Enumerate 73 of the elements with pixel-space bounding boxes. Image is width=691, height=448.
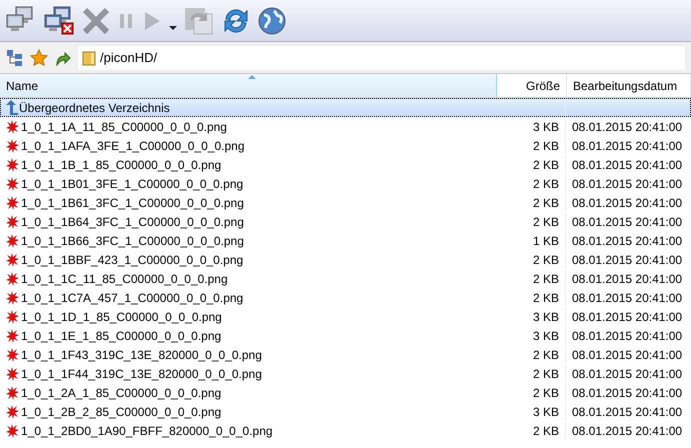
- file-size: 2 KB: [532, 422, 559, 440]
- path-field[interactable]: /piconHD/: [78, 46, 685, 70]
- file-name: 1_0_1_2BD0_1A90_FBFF_820000_0_0_0.png: [21, 422, 273, 440]
- file-name: 1_0_1_2A_1_85_C00000_0_0_0.png: [21, 384, 222, 402]
- modified-date: 08.01.2015 20:41:00: [572, 422, 682, 440]
- modified-date: 08.01.2015 20:41:00: [572, 308, 682, 326]
- file-name: 1_0_1_1F44_319C_13E_820000_0_0_0.png: [21, 366, 262, 382]
- file-name: 1_0_1_1B64_3FC_1_C00000_0_0_0.png: [21, 214, 244, 230]
- file-row[interactable]: 1_0_1_1F43_319C_13E_820000_0_0_0.png 2 KB 08.01.2015 20:41:00: [0, 345, 691, 364]
- file-name: 1_0_1_1B01_3FE_1_C00000_0_0_0.png: [21, 176, 244, 192]
- file-row[interactable]: 1_0_1_1E_1_85_C00000_0_0_0.png 3 KB 08.01.2015 20:41:00: [0, 326, 691, 345]
- file-row[interactable]: 1_0_1_1B64_3FC_1_C00000_0_0_0.png 2 KB 08.01.2015 20:41:00: [0, 212, 691, 231]
- modified-date: 08.01.2015 20:41:00: [572, 252, 682, 268]
- file-name: 1_0_1_1C_11_85_C00000_0_0_0.png: [21, 270, 228, 288]
- column-header[interactable]: Name: [0, 74, 497, 97]
- file-name: 1_0_1_1E_1_85_C00000_0_0_0.png: [21, 328, 222, 344]
- file-size: 2 KB: [532, 346, 559, 364]
- parent-folder-row[interactable]: Übergeordnetes Verzeichnis: [0, 98, 691, 117]
- file-row[interactable]: 1_0_1_1BBF_423_1_C00000_0_0_0.png 2 KB 08.01.2015 20:41:00: [0, 250, 691, 269]
- path-text: /piconHD/: [100, 48, 158, 67]
- file-name: 1_0_1_1B66_3FC_1_C00000_0_0_0.png: [21, 232, 244, 250]
- file-row[interactable]: 1_0_1_2BD0_1A90_FBFF_820000_0_0_0.png 2 KB 08.01.2015 20:41:00: [0, 421, 691, 440]
- file-row[interactable]: 1_0_1_2A_1_85_C00000_0_0_0.png 2 KB 08.01.2015 20:41:00: [0, 383, 691, 402]
- file-name: 1_0_1_1AFA_3FE_1_C00000_0_0_0.png: [21, 138, 245, 154]
- modified-date: 08.01.2015 20:41:00: [572, 346, 682, 364]
- file-name: 1_0_1_1A_11_85_C00000_0_0_0.png: [21, 118, 227, 136]
- file-size: 3 KB: [532, 118, 559, 136]
- modified-date: 08.01.2015 20:41:00: [572, 404, 682, 420]
- file-name: 1_0_1_1BBF_423_1_C00000_0_0_0.png: [21, 252, 244, 268]
- modified-date: 08.01.2015 20:41:00: [572, 328, 682, 344]
- file-row[interactable]: 1_0_1_1B_1_85_C00000_0_0_0.png 2 KB 08.01.2015 20:41:00: [0, 155, 691, 174]
- file-size: 2 KB: [532, 176, 559, 192]
- modified-date: 08.01.2015 20:41:00: [572, 194, 682, 212]
- modified-date: 08.01.2015 20:41:00: [572, 214, 682, 230]
- modified-date: 08.01.2015 20:41:00: [572, 384, 682, 402]
- file-row[interactable]: 1_0_1_1C7A_457_1_C00000_0_0_0.png 2 KB 08.01.2015 20:41:00: [0, 288, 691, 307]
- file-row[interactable]: 1_0_1_2B_2_85_C00000_0_0_0.png 3 KB 08.01.2015 20:41:00: [0, 402, 691, 421]
- file-size: 2 KB: [532, 252, 559, 268]
- file-row[interactable]: 1_0_1_1AFA_3FE_1_C00000_0_0_0.png 2 KB 08.01.2015 20:41:00: [0, 136, 691, 155]
- file-size: 3 KB: [532, 404, 559, 420]
- file-size: 2 KB: [532, 156, 559, 174]
- file-row[interactable]: 1_0_1_1C_11_85_C00000_0_0_0.png 2 KB 08.01.2015 20:41:00: [0, 269, 691, 288]
- file-row[interactable]: 1_0_1_1B61_3FC_1_C00000_0_0_0.png 2 KB 08.01.2015 20:41:00: [0, 193, 691, 212]
- file-size: 2 KB: [532, 270, 559, 288]
- file-size: 1 KB: [532, 232, 559, 250]
- file-name: 1_0_1_1D_1_85_C00000_0_0_0.png: [21, 308, 222, 326]
- file-name: 1_0_1_1B61_3FC_1_C00000_0_0_0.png: [21, 194, 244, 212]
- modified-date: 08.01.2015 20:41:00: [572, 156, 682, 174]
- file-size: 2 KB: [532, 290, 559, 306]
- modified-date: 08.01.2015 20:41:00: [572, 118, 682, 136]
- modified-date: 08.01.2015 20:41:00: [572, 290, 682, 306]
- modified-date: 08.01.2015 20:41:00: [572, 232, 682, 250]
- modified-date: 08.01.2015 20:41:00: [572, 270, 682, 288]
- file-row[interactable]: 1_0_1_1B66_3FC_1_C00000_0_0_0.png 1 KB 08.01.2015 20:41:00: [0, 231, 691, 250]
- modified-date: 08.01.2015 20:41:00: [572, 176, 682, 192]
- file-size: 2 KB: [532, 384, 559, 402]
- file-row[interactable]: 1_0_1_1A_11_85_C00000_0_0_0.png 3 KB 08.01.2015 20:41:00: [0, 117, 691, 136]
- file-size: 2 KB: [532, 366, 559, 382]
- file-name: 1_0_1_1F43_319C_13E_820000_0_0_0.png: [21, 346, 262, 364]
- modified-date: 08.01.2015 20:41:00: [572, 138, 682, 154]
- file-size: 2 KB: [532, 214, 559, 230]
- file-row[interactable]: 1_0_1_1B01_3FE_1_C00000_0_0_0.png 2 KB 08.01.2015 20:41:00: [0, 174, 691, 193]
- file-size: 3 KB: [532, 308, 559, 326]
- modified-date: 08.01.2015 20:41:00: [572, 366, 682, 382]
- file-size: 2 KB: [532, 138, 559, 154]
- file-name: 1_0_1_2B_2_85_C00000_0_0_0.png: [21, 404, 222, 420]
- file-row[interactable]: 1_0_1_1F44_319C_13E_820000_0_0_0.png 2 KB 08.01.2015 20:41:00: [0, 364, 691, 383]
- file-size: 3 KB: [532, 328, 559, 344]
- file-name: Übergeordnetes Verzeichnis: [19, 100, 170, 116]
- file-name: 1_0_1_1C7A_457_1_C00000_0_0_0.png: [21, 290, 244, 306]
- file-name: 1_0_1_1B_1_85_C00000_0_0_0.png: [21, 156, 222, 174]
- file-size: 2 KB: [532, 194, 559, 212]
- file-row[interactable]: 1_0_1_1D_1_85_C00000_0_0_0.png 3 KB 08.01.2015 20:41:00: [0, 307, 691, 326]
